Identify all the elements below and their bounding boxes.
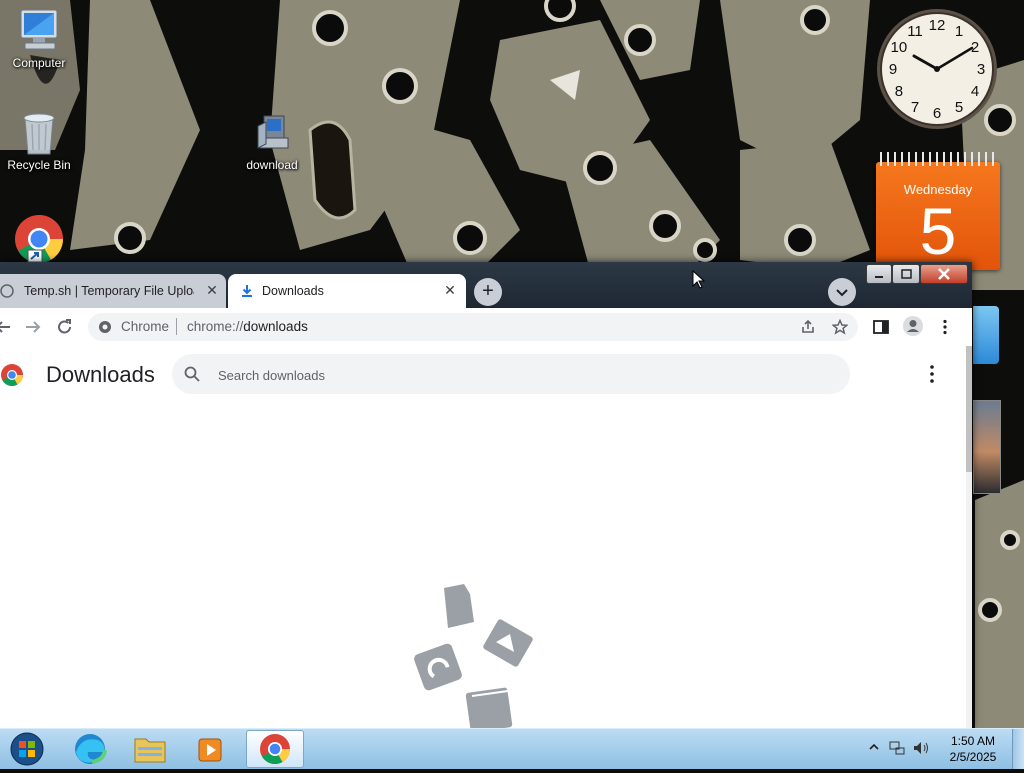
audio-shape-icon	[414, 643, 462, 691]
taskbar-file-explorer[interactable]	[122, 730, 178, 768]
clock-numeral: 8	[895, 83, 903, 100]
clock-numeral: 6	[933, 105, 941, 122]
page-scrollbar[interactable]	[966, 346, 972, 728]
show-desktop-button[interactable]	[1012, 729, 1024, 769]
clock-numeral: 12	[929, 17, 946, 34]
search-input[interactable]	[216, 364, 820, 386]
tab-strip[interactable]: Temp.sh | Temporary File Upload ✕ Downlo…	[0, 262, 972, 308]
reload-icon[interactable]	[56, 318, 74, 336]
taskbar: 1:50 AM 2/5/2025	[0, 728, 1024, 769]
close-tab-icon[interactable]: ✕	[442, 282, 458, 298]
clock-numeral: 10	[891, 39, 908, 56]
folder-icon	[134, 738, 166, 763]
downloads-more-icon[interactable]	[920, 362, 944, 386]
share-icon[interactable]	[800, 319, 816, 335]
clock-date: 2/5/2025	[949, 750, 997, 764]
globe-icon	[0, 284, 14, 298]
start-button[interactable]	[2, 730, 52, 768]
recycle-bin-icon	[23, 113, 55, 155]
side-panel-icon[interactable]	[872, 318, 890, 336]
desktop-icon-download[interactable]: download	[233, 112, 311, 172]
chrome-logo-icon	[99, 321, 111, 333]
system-clock[interactable]: 1:50 AM 2/5/2025	[936, 733, 1010, 765]
background-photo-window-edge[interactable]	[973, 400, 1001, 494]
download-icon	[242, 285, 252, 297]
clock-numeral: 9	[889, 61, 897, 78]
clock-gadget[interactable]: 12 1234567891011	[874, 6, 1000, 132]
computer-icon	[20, 9, 58, 50]
close-window-button[interactable]	[920, 264, 968, 284]
chrome-logo-icon	[260, 734, 290, 765]
more-vert-icon[interactable]	[936, 318, 954, 336]
edge-icon	[75, 734, 107, 764]
taskbar-media-player[interactable]	[182, 730, 238, 768]
desktop-icon-recycle-bin[interactable]: Recycle Bin	[0, 110, 78, 172]
page-title: Downloads	[46, 362, 155, 387]
close-icon	[938, 268, 950, 280]
tab-search-button[interactable]	[828, 278, 856, 306]
clock-numeral: 11	[907, 23, 923, 40]
document-shape-icon	[444, 584, 474, 628]
clock-numeral: 5	[955, 99, 963, 116]
show-hidden-icons-icon[interactable]	[868, 741, 880, 753]
media-player-icon	[198, 738, 222, 762]
bookmark-star-icon[interactable]	[832, 319, 848, 335]
desktop-icon-computer[interactable]: Computer	[0, 8, 78, 70]
tab-label: Temp.sh | Temporary File Upload	[24, 284, 194, 298]
tab-temp-sh[interactable]: Temp.sh | Temporary File Upload ✕	[0, 274, 226, 308]
url-scheme: chrome://	[187, 319, 244, 334]
calendar-gadget[interactable]: Wednesday 5	[876, 152, 1000, 270]
maximize-button[interactable]	[892, 264, 920, 284]
restore-icon	[901, 269, 912, 279]
chrome-logo-icon	[15, 215, 64, 264]
search-icon	[184, 366, 200, 382]
clock-numeral: 7	[911, 99, 919, 116]
address-bar[interactable]: Chrome chrome://downloads	[88, 313, 858, 341]
tab-label: Downloads	[262, 284, 324, 298]
empty-downloads-illustration	[414, 584, 533, 728]
taskbar-chrome[interactable]	[246, 730, 304, 768]
clock-time: 1:50 AM	[950, 734, 996, 748]
scrollbar-thumb[interactable]	[966, 346, 972, 472]
back-arrow-icon[interactable]	[0, 318, 12, 336]
calendar-day: 5	[919, 194, 957, 268]
chevron-down-icon	[836, 289, 848, 297]
omnibox-separator	[176, 318, 177, 335]
site-chip-label: Chrome	[121, 319, 170, 334]
taskbar-edge[interactable]	[62, 730, 118, 768]
background-window-edge[interactable]	[973, 306, 999, 364]
mouse-cursor-icon	[692, 270, 706, 289]
browser-toolbar: Chrome chrome://downloads	[0, 308, 972, 347]
desktop-icon-label: Recycle Bin	[7, 158, 71, 172]
chrome-logo-icon	[1, 364, 23, 386]
url-host: downloads	[243, 319, 308, 334]
desktop-icon-label: download	[246, 158, 298, 172]
downloads-page: Downloads	[0, 346, 966, 728]
network-icon[interactable]	[888, 739, 906, 757]
volume-icon[interactable]	[912, 739, 930, 757]
desktop-icon-label: Computer	[12, 56, 66, 70]
profile-avatar-icon[interactable]	[902, 315, 924, 337]
setup-program-icon	[257, 115, 289, 149]
search-downloads-box[interactable]	[172, 354, 850, 394]
clock-numeral: 1	[955, 23, 963, 40]
calendar-page: Wednesday 5	[876, 162, 1000, 270]
url-text: chrome://downloads	[187, 319, 308, 334]
close-tab-icon[interactable]: ✕	[204, 282, 220, 298]
minimize-button[interactable]	[866, 264, 892, 284]
desktop-icon-chrome-shortcut[interactable]	[0, 214, 78, 266]
new-tab-button[interactable]: +	[474, 278, 502, 306]
clock-numeral: 3	[977, 61, 985, 78]
clock-numeral: 4	[971, 83, 979, 100]
chrome-window: Temp.sh | Temporary File Upload ✕ Downlo…	[0, 262, 972, 728]
calendar-rings	[880, 152, 996, 166]
forward-arrow-icon[interactable]	[24, 318, 42, 336]
windows-start-orb-icon	[10, 732, 44, 766]
tab-downloads[interactable]: Downloads ✕	[228, 274, 466, 308]
minimize-icon	[875, 276, 883, 278]
